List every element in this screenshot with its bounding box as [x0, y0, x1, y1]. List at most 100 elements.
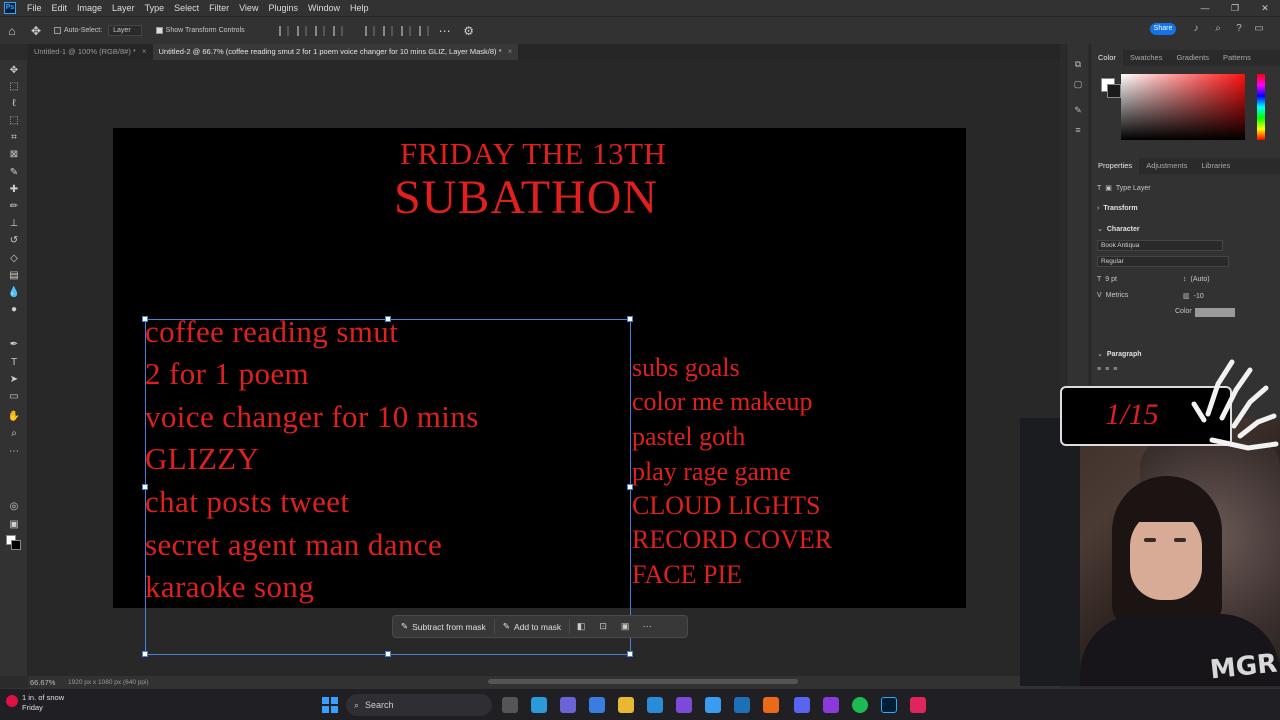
close-icon[interactable]: × [508, 44, 513, 60]
menu-filter[interactable]: Filter [204, 3, 234, 13]
healing-brush-icon[interactable]: ✚ [7, 183, 21, 197]
menu-help[interactable]: Help [345, 3, 374, 13]
menu-type[interactable]: Type [140, 3, 170, 13]
font-style-dropdown[interactable]: Regular [1097, 256, 1229, 267]
align-left-icon[interactable]: ≡ [1097, 366, 1101, 373]
transform-controls-checkbox[interactable]: Show Transform Controls [155, 27, 245, 34]
eyedropper-icon[interactable]: ✎ [7, 166, 21, 180]
discord-icon[interactable] [794, 697, 810, 713]
menu-select[interactable]: Select [169, 3, 204, 13]
align-top-icon[interactable] [364, 25, 375, 36]
obs-icon[interactable] [676, 697, 692, 713]
menu-layer[interactable]: Layer [107, 3, 140, 13]
tab-gradients[interactable]: Gradients [1169, 50, 1216, 66]
transform-handle-bottom-right[interactable] [627, 651, 633, 657]
align-right-icon[interactable] [314, 25, 325, 36]
task-view-icon[interactable] [502, 697, 518, 713]
align-middle-icon[interactable] [382, 25, 393, 36]
distribute-vertical-icon[interactable] [418, 25, 429, 36]
kerning-row[interactable]: V Metrics [1097, 292, 1128, 299]
leading-value[interactable]: (Auto) [1191, 276, 1210, 283]
menu-plugins[interactable]: Plugins [263, 3, 303, 13]
transform-handle-bottom[interactable] [385, 651, 391, 657]
object-select-icon[interactable]: ⬚ [7, 114, 21, 128]
distribute-icon[interactable] [332, 25, 343, 36]
right-list-item[interactable]: CLOUD LIGHTS [632, 491, 821, 521]
tab-color[interactable]: Color [1091, 50, 1123, 66]
taskbar-search[interactable]: ⌕ Search [346, 694, 492, 716]
add-to-mask-button[interactable]: ✎ Add to mask [495, 619, 571, 634]
search-icon[interactable]: ⌕ [1212, 23, 1224, 35]
move-tool-icon[interactable]: ✥ [7, 64, 21, 78]
transform-section[interactable]: › Transform [1097, 205, 1138, 212]
dodge-tool-icon[interactable]: ● [7, 303, 21, 317]
menu-file[interactable]: File [22, 3, 47, 13]
close-icon[interactable]: × [142, 44, 147, 60]
right-list-item[interactable]: RECORD COVER [632, 525, 832, 555]
tab-swatches[interactable]: Swatches [1123, 50, 1170, 66]
more-tools-icon[interactable]: ⋯ [7, 445, 21, 459]
subtract-from-mask-button[interactable]: ✎ Subtract from mask [393, 619, 495, 634]
lasso-tool-icon[interactable]: ℓ [7, 97, 21, 111]
edge-icon[interactable] [531, 697, 547, 713]
brush-settings-icon[interactable]: ✎ [1072, 104, 1084, 116]
font-size-value[interactable]: 9 pt [1105, 276, 1117, 283]
mask-refine-icon[interactable]: ⊡ [592, 619, 614, 634]
character-section[interactable]: ⌄ Character [1097, 225, 1140, 234]
tab-untitled-2[interactable]: Untitled-2 @ 66.7% (coffee reading smut … [152, 44, 519, 60]
crop-tool-icon[interactable]: ⌗ [7, 131, 21, 145]
hue-slider[interactable] [1257, 74, 1265, 140]
menu-image[interactable]: Image [72, 3, 107, 13]
history-icon[interactable]: ⧉ [1072, 58, 1084, 70]
minimize-button[interactable]: — [1190, 0, 1220, 16]
auto-select-target-dropdown[interactable]: Layer [108, 25, 142, 36]
align-right-icon[interactable]: ≡ [1113, 366, 1117, 373]
mask-invert-icon[interactable]: ◧ [570, 619, 592, 634]
help-icon[interactable]: ? [1233, 23, 1245, 35]
spotify-icon[interactable] [852, 697, 868, 713]
teams-icon[interactable] [560, 697, 576, 713]
canvas-title-line1[interactable]: FRIDAY THE 13TH [400, 136, 666, 172]
rectangle-tool-icon[interactable]: ▭ [7, 390, 21, 404]
hand-tool-icon[interactable]: ✋ [7, 410, 21, 424]
photoshop-icon[interactable] [881, 697, 897, 713]
telegram-icon[interactable] [647, 697, 663, 713]
share-button[interactable]: Share [1150, 23, 1176, 35]
right-list-item[interactable]: pastel goth [632, 422, 745, 452]
auto-select-checkbox[interactable]: Auto-Select: [54, 27, 102, 34]
auto-select-box[interactable] [54, 27, 61, 34]
frame-tool-icon[interactable]: ⊠ [7, 148, 21, 162]
align-left-icon[interactable] [278, 25, 289, 36]
windows-start-icon[interactable] [322, 697, 338, 713]
tab-libraries[interactable]: Libraries [1194, 158, 1237, 174]
background-color-chip[interactable] [1107, 84, 1121, 98]
app-icon[interactable] [823, 697, 839, 713]
right-list-item[interactable]: FACE PIE [632, 560, 742, 590]
mask-fill-icon[interactable]: ▣ [614, 619, 636, 634]
menu-view[interactable]: View [234, 3, 263, 13]
transform-handle-right[interactable] [627, 484, 633, 490]
path-select-icon[interactable]: ➤ [7, 373, 21, 387]
transform-handle-top[interactable] [385, 316, 391, 322]
brush-tool-icon[interactable]: ✏ [7, 200, 21, 214]
tracking-value[interactable]: -10 [1194, 293, 1204, 300]
zoom-level[interactable]: 66.67% [30, 678, 68, 687]
font-family-dropdown[interactable]: Book Antiqua [1097, 240, 1223, 251]
transform-bounding-box[interactable] [142, 316, 633, 657]
gear-icon[interactable]: ⚙ [461, 23, 477, 39]
tab-properties[interactable]: Properties [1091, 158, 1140, 174]
right-list-item[interactable]: play rage game [632, 457, 791, 487]
transform-controls-box[interactable] [155, 27, 163, 34]
right-list-item[interactable]: subs goals [632, 353, 740, 383]
align-center-icon[interactable] [296, 25, 307, 36]
transform-handle-top-right[interactable] [627, 316, 633, 322]
tab-untitled-1[interactable]: Untitled-1 @ 100% (RGB/8#) * × [28, 44, 153, 60]
gradient-tool-icon[interactable]: ▤ [7, 269, 21, 283]
type-tool-icon[interactable]: T [7, 356, 21, 370]
weather-icon[interactable] [6, 695, 18, 707]
zoom-tool-icon[interactable]: ⌕ [7, 427, 21, 441]
history-brush-icon[interactable]: ↺ [7, 234, 21, 248]
pen-tool-icon[interactable]: ✒ [7, 338, 21, 352]
quick-mask-icon[interactable]: ◎ [7, 500, 21, 514]
move-tool-icon[interactable]: ✥ [28, 23, 44, 39]
